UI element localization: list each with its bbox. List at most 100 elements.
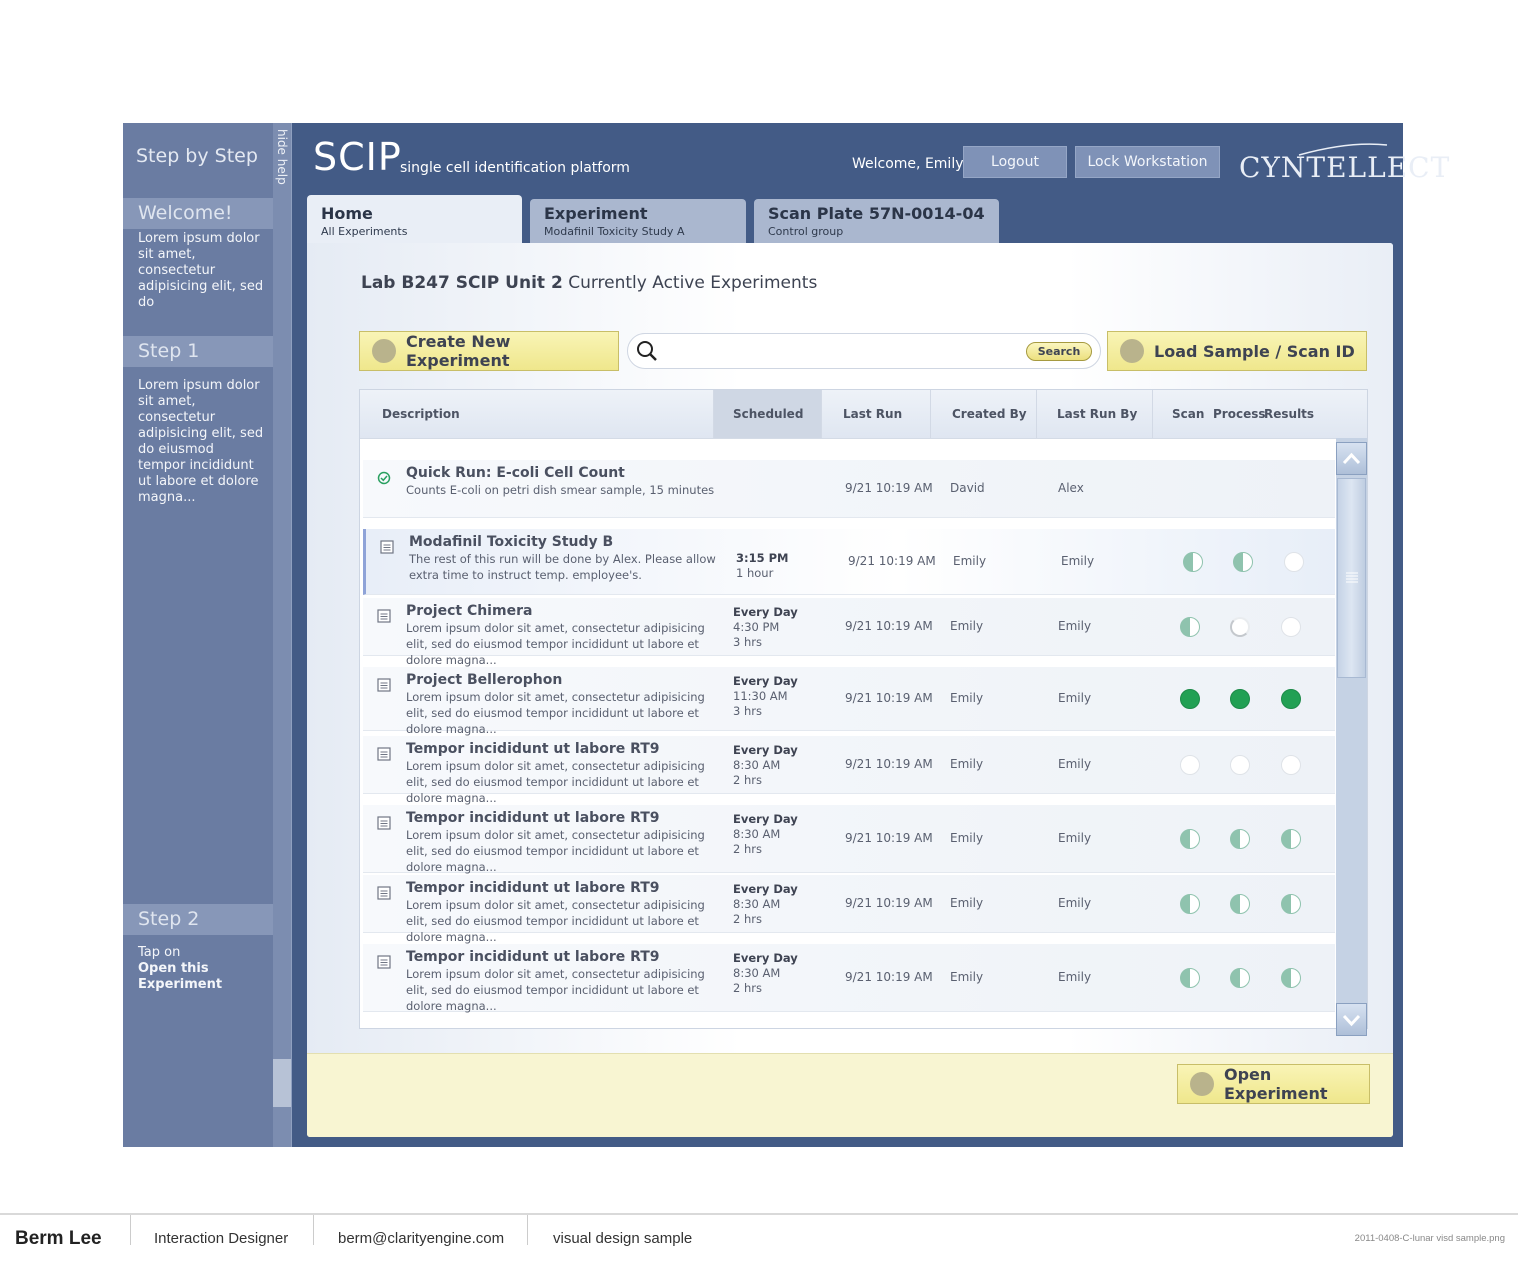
row-created-by: Emily <box>953 554 987 568</box>
footer-divider <box>527 1215 528 1245</box>
tab-home-subtitle: All Experiments <box>321 225 408 238</box>
document-icon <box>380 539 394 554</box>
row-schedule-primary: Every Day <box>733 674 798 688</box>
results-status-icon <box>1281 755 1301 775</box>
step-heading-2: Step 2 <box>138 908 200 930</box>
document-icon <box>377 815 391 830</box>
hide-help-handle[interactable] <box>273 1059 291 1107</box>
row-title: Tempor incididunt ut labore RT9 <box>406 741 660 757</box>
col-process[interactable]: Process <box>1213 390 1266 438</box>
row-description: Lorem ipsum dolor sit amet, consectetur … <box>406 690 705 736</box>
col-results[interactable]: Results <box>1264 390 1324 438</box>
load-sample-button[interactable]: Load Sample / Scan ID <box>1107 331 1367 371</box>
tab-home[interactable]: Home All Experiments <box>307 195 522 245</box>
results-status-icon <box>1281 894 1301 914</box>
step-heading-1: Step 1 <box>138 340 200 362</box>
row-last-run: 9/21 10:19 AM <box>848 554 936 568</box>
row-last-run-by: Emily <box>1058 896 1092 910</box>
tab-scan-plate-subtitle: Control group <box>768 225 844 238</box>
hide-help-strip[interactable] <box>273 123 292 1147</box>
scroll-thumb[interactable] <box>1337 478 1366 678</box>
tab-scan-plate-title: Scan Plate 57N-0014-04 <box>768 204 985 223</box>
row-description: Lorem ipsum dolor sit amet, consectetur … <box>406 828 705 874</box>
step-text-1: Lorem ipsum dolor sit amet, consectetur … <box>138 378 264 505</box>
tab-experiment[interactable]: Experiment Modafinil Toxicity Study A <box>530 199 746 243</box>
scroll-up-button[interactable] <box>1336 442 1367 475</box>
table-row[interactable]: Quick Run: E-coli Cell Count Counts E-col… <box>363 460 1335 518</box>
col-scheduled[interactable]: Scheduled <box>713 390 821 438</box>
row-last-run-by: Emily <box>1058 619 1092 633</box>
row-schedule: Every Day 8:30 AM 2 hrs <box>733 812 798 857</box>
process-status-icon <box>1230 829 1250 849</box>
step-heading-welcome: Welcome! <box>138 202 233 224</box>
step-text-welcome: Lorem ipsum dolor sit amet, consectetur … <box>138 231 264 310</box>
search-box[interactable]: Search <box>627 333 1101 369</box>
search-button[interactable]: Search <box>1026 342 1092 361</box>
row-created-by: Emily <box>950 619 984 633</box>
lock-workstation-button[interactable]: Lock Workstation <box>1075 146 1220 178</box>
table-row[interactable]: Project Chimera Lorem ipsum dolor sit ame… <box>363 598 1335 667</box>
table-row[interactable]: Tempor incididunt ut labore RT9 Lorem ips… <box>363 875 1335 944</box>
row-schedule: 3:15 PM 1 hour <box>736 551 788 581</box>
check-icon <box>377 470 391 485</box>
col-last-run-by[interactable]: Last Run By <box>1036 390 1152 438</box>
results-status-icon <box>1281 617 1301 637</box>
row-description: Counts E-coli on petri dish smear sample… <box>406 483 715 497</box>
row-description: The rest of this run will be done by Ale… <box>409 552 716 582</box>
process-status-icon <box>1230 755 1250 775</box>
row-last-run-by: Emily <box>1058 831 1092 845</box>
step-2-action: Open this Experiment <box>138 961 223 992</box>
row-description: Lorem ipsum dolor sit amet, consectetur … <box>406 967 705 1013</box>
table-row[interactable]: Tempor incididunt ut labore RT9 Lorem ips… <box>363 944 1335 1013</box>
results-status-icon <box>1281 968 1301 988</box>
scan-status-icon <box>1180 617 1200 637</box>
col-last-run[interactable]: Last Run <box>821 390 930 438</box>
create-button-dot-icon <box>372 339 396 363</box>
row-last-run: 9/21 10:19 AM <box>845 896 933 910</box>
row-title: Tempor incididunt ut labore RT9 <box>406 810 660 826</box>
results-status-icon <box>1284 552 1304 572</box>
search-input[interactable] <box>664 340 1018 364</box>
row-schedule: Every Day 8:30 AM 2 hrs <box>733 951 798 996</box>
row-schedule-detail: 8:30 AM 2 hrs <box>733 758 781 787</box>
col-scan[interactable]: Scan <box>1152 390 1204 438</box>
chevron-up-icon <box>1342 452 1361 465</box>
document-icon <box>377 885 391 900</box>
scan-status-icon <box>1180 968 1200 988</box>
scan-status-icon <box>1180 829 1200 849</box>
create-experiment-button[interactable]: Create New Experiment <box>359 331 619 371</box>
welcome-text: Welcome, Emily <box>852 156 964 172</box>
hide-help-toggle[interactable]: hide help <box>275 129 289 185</box>
table-scrollbar[interactable] <box>1336 438 1367 1036</box>
open-experiment-button[interactable]: Open Experiment <box>1177 1064 1370 1104</box>
page-footer: Berm Lee Interaction Designer berm@clari… <box>0 1213 1518 1264</box>
table-row[interactable]: Modafinil Toxicity Study B The rest of th… <box>363 529 1335 595</box>
row-schedule-primary: Every Day <box>733 882 798 896</box>
row-schedule-detail: 4:30 PM 3 hrs <box>733 620 780 649</box>
row-title: Tempor incididunt ut labore RT9 <box>406 880 660 896</box>
tab-scan-plate[interactable]: Scan Plate 57N-0014-04 Control group <box>754 199 999 243</box>
page-title-lab: Lab B247 SCIP Unit 2 <box>361 273 563 293</box>
app-subtitle: single cell identification platform <box>400 160 630 176</box>
process-status-icon <box>1230 617 1250 637</box>
row-created-by: Emily <box>950 896 984 910</box>
table-row[interactable]: Tempor incididunt ut labore RT9 Lorem ips… <box>363 736 1335 805</box>
step-text-2: Tap on Open this Experiment <box>138 945 264 993</box>
table-row[interactable]: Tempor incididunt ut labore RT9 Lorem ips… <box>363 805 1335 874</box>
experiments-table: Description Scheduled Last Run Created B… <box>359 389 1368 1036</box>
row-title: Modafinil Toxicity Study B <box>409 534 614 550</box>
row-schedule: Every Day 8:30 AM 2 hrs <box>733 743 798 788</box>
row-last-run: 9/21 10:19 AM <box>845 757 933 771</box>
row-schedule-detail: 1 hour <box>736 566 774 580</box>
row-schedule: Every Day 8:30 AM 2 hrs <box>733 882 798 927</box>
action-bar: Open Experiment <box>307 1053 1393 1137</box>
row-title: Tempor incididunt ut labore RT9 <box>406 949 660 965</box>
process-status-icon <box>1230 894 1250 914</box>
scan-status-icon <box>1180 755 1200 775</box>
table-row[interactable]: Project Bellerophon Lorem ipsum dolor sit… <box>363 667 1335 736</box>
scroll-down-button[interactable] <box>1336 1003 1367 1036</box>
process-status-icon <box>1230 968 1250 988</box>
logout-button[interactable]: Logout <box>963 146 1067 178</box>
col-description[interactable]: Description <box>382 390 712 438</box>
col-created-by[interactable]: Created By <box>930 390 1036 438</box>
